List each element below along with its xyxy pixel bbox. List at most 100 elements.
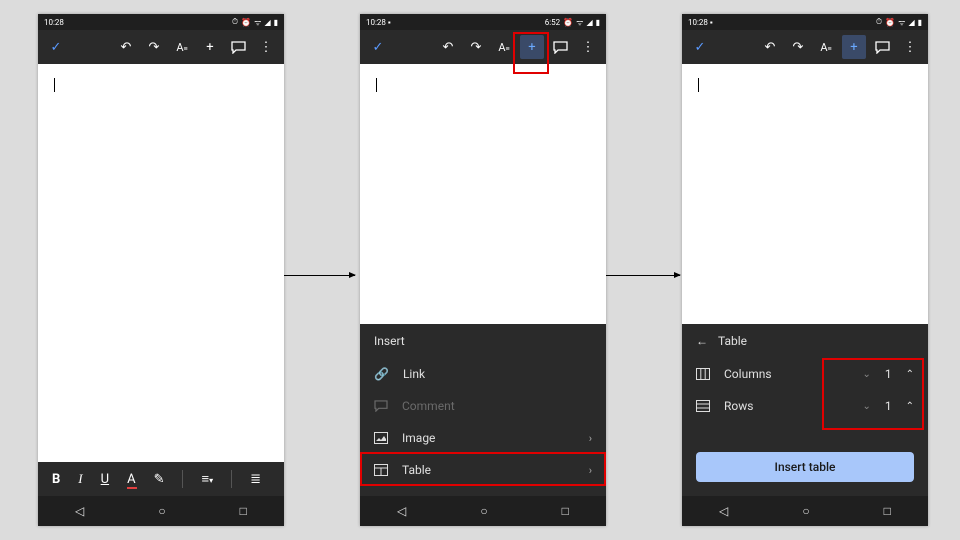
columns-value: 1 <box>885 367 892 381</box>
phone-screen-2: 10:28 ▪ 6:52⏰ᯤ◢▮ ✓ ↶ ↷ A≡ + ⋮ Insert 🔗 L… <box>360 14 606 526</box>
text-cursor <box>376 78 377 92</box>
undo-button[interactable]: ↶ <box>114 35 138 59</box>
nav-back[interactable]: ◁ <box>75 504 84 518</box>
nav-recent[interactable]: □ <box>562 504 569 518</box>
rows-increment[interactable]: ⌃ <box>906 401 914 412</box>
columns-icon <box>696 368 710 380</box>
insert-hr[interactable]: — Horizontal line <box>360 486 606 496</box>
rows-decrement[interactable]: ⌄ <box>862 401 870 412</box>
status-bar: 10:28 ▪ 6:52⏰ᯤ◢▮ <box>360 14 606 30</box>
status-icons: ⏱⏰ᯤ◢▮ <box>876 17 922 28</box>
phone-screen-1: 10:28 ⏱⏰ᯤ◢▮ ✓ ↶ ↷ A≡ + ⋮ B I U A ✎ ≡▾ ≣ … <box>38 14 284 526</box>
insert-hr-label: Horizontal line <box>397 495 474 496</box>
status-icons: ⏱⏰ᯤ◢▮ <box>232 17 278 28</box>
format-button[interactable]: A≡ <box>814 35 838 59</box>
insert-image-label: Image <box>402 431 435 445</box>
status-bar: 10:28 ▪ ⏱⏰ᯤ◢▮ <box>682 14 928 30</box>
document-area[interactable] <box>682 64 928 324</box>
toolbar: ✓ ↶ ↷ A≡ + ⋮ <box>682 30 928 64</box>
rows-row: Rows ⌄ 1 ⌃ <box>682 390 928 422</box>
panel-title: ← Table <box>682 324 928 358</box>
columns-increment[interactable]: ⌃ <box>906 369 914 380</box>
align-button[interactable]: ≡▾ <box>201 471 213 487</box>
status-bar: 10:28 ⏱⏰ᯤ◢▮ <box>38 14 284 30</box>
table-panel: ← Table Columns ⌄ 1 ⌃ Rows ⌄ 1 ⌃ <box>682 324 928 496</box>
done-button[interactable]: ✓ <box>44 35 68 59</box>
chevron-right-icon: › <box>589 464 592 477</box>
text-cursor <box>54 78 55 92</box>
done-button[interactable]: ✓ <box>366 35 390 59</box>
redo-button[interactable]: ↷ <box>464 35 488 59</box>
insert-table-label: Table <box>402 463 431 477</box>
document-area[interactable] <box>360 64 606 324</box>
rows-icon <box>696 400 710 412</box>
nav-home[interactable]: ○ <box>802 504 809 518</box>
chevron-right-icon: › <box>589 432 592 445</box>
italic-button[interactable]: I <box>78 471 82 487</box>
link-icon: 🔗 <box>374 367 389 381</box>
comment-button[interactable] <box>548 35 572 59</box>
insert-table[interactable]: Table › <box>360 454 606 486</box>
insert-button[interactable]: + <box>198 35 222 59</box>
comment-button[interactable] <box>870 35 894 59</box>
undo-button[interactable]: ↶ <box>758 35 782 59</box>
back-arrow-icon[interactable]: ← <box>696 334 708 348</box>
nav-bar: ◁ ○ □ <box>38 496 284 526</box>
divider <box>182 470 183 488</box>
rows-label: Rows <box>724 399 753 413</box>
table-icon <box>374 464 388 476</box>
insert-table-button[interactable]: Insert table <box>696 452 914 482</box>
list-button[interactable]: ≣ <box>250 472 261 487</box>
undo-button[interactable]: ↶ <box>436 35 460 59</box>
nav-recent[interactable]: □ <box>240 504 247 518</box>
columns-label: Columns <box>724 367 772 381</box>
insert-button[interactable]: + <box>842 35 866 59</box>
phone-screen-3: 10:28 ▪ ⏱⏰ᯤ◢▮ ✓ ↶ ↷ A≡ + ⋮ ← Table Colum… <box>682 14 928 526</box>
toolbar: ✓ ↶ ↷ A≡ + ⋮ <box>38 30 284 64</box>
hr-icon: — <box>374 495 383 496</box>
format-button[interactable]: A≡ <box>492 35 516 59</box>
text-color-button[interactable]: A <box>127 472 135 487</box>
text-cursor <box>698 78 699 92</box>
columns-decrement[interactable]: ⌄ <box>862 369 870 380</box>
status-time: 10:28 ▪ <box>688 18 713 27</box>
insert-image[interactable]: Image › <box>360 422 606 454</box>
redo-button[interactable]: ↷ <box>142 35 166 59</box>
nav-bar: ◁ ○ □ <box>360 496 606 526</box>
format-button[interactable]: A≡ <box>170 35 194 59</box>
nav-home[interactable]: ○ <box>158 504 165 518</box>
insert-link-label: Link <box>403 367 425 381</box>
panel-title-label: Table <box>718 334 747 348</box>
toolbar: ✓ ↶ ↷ A≡ + ⋮ <box>360 30 606 64</box>
panel-title: Insert <box>360 324 606 358</box>
insert-comment-label: Comment <box>402 399 455 413</box>
redo-button[interactable]: ↷ <box>786 35 810 59</box>
format-bar: B I U A ✎ ≡▾ ≣ <box>38 462 284 496</box>
bold-button[interactable]: B <box>52 472 60 487</box>
image-icon <box>374 432 388 444</box>
columns-row: Columns ⌄ 1 ⌃ <box>682 358 928 390</box>
insert-link[interactable]: 🔗 Link <box>360 358 606 390</box>
status-icons: 6:52⏰ᯤ◢▮ <box>545 17 600 28</box>
comment-icon <box>374 400 388 412</box>
document-area[interactable] <box>38 64 284 462</box>
comment-button[interactable] <box>226 35 250 59</box>
insert-panel: Insert 🔗 Link Comment Image › Table › <box>360 324 606 496</box>
more-button[interactable]: ⋮ <box>576 35 600 59</box>
divider <box>231 470 232 488</box>
insert-comment: Comment <box>360 390 606 422</box>
nav-back[interactable]: ◁ <box>397 504 406 518</box>
rows-value: 1 <box>885 399 892 413</box>
nav-recent[interactable]: □ <box>884 504 891 518</box>
more-button[interactable]: ⋮ <box>898 35 922 59</box>
nav-back[interactable]: ◁ <box>719 504 728 518</box>
highlight-button[interactable]: ✎ <box>154 472 165 487</box>
status-time: 10:28 ▪ <box>366 18 391 27</box>
status-time: 10:28 <box>44 18 64 27</box>
nav-home[interactable]: ○ <box>480 504 487 518</box>
more-button[interactable]: ⋮ <box>254 35 278 59</box>
done-button[interactable]: ✓ <box>688 35 712 59</box>
underline-button[interactable]: U <box>101 472 109 487</box>
insert-button[interactable]: + <box>520 35 544 59</box>
nav-bar: ◁ ○ □ <box>682 496 928 526</box>
